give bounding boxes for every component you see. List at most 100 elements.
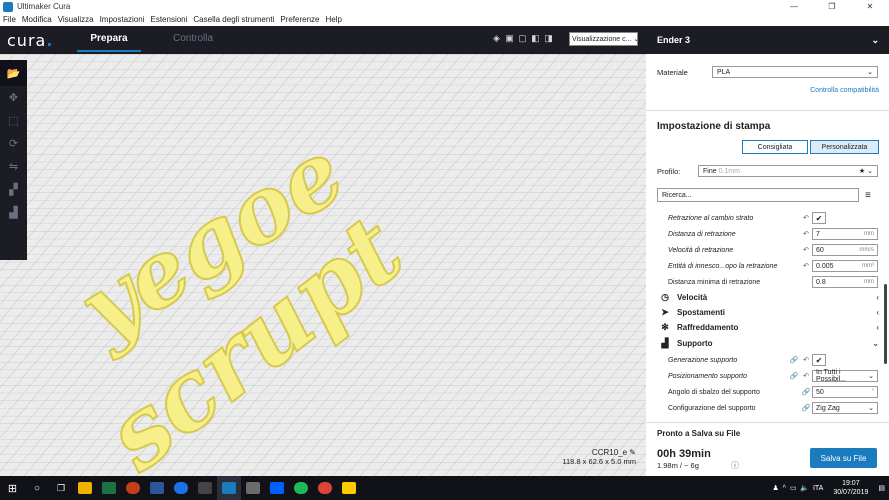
cura-app-icon: [3, 1, 13, 12]
window-titlebar: Ultimaker Cura — ❐ ✕: [0, 0, 889, 13]
menu-view[interactable]: Visualizza: [58, 15, 94, 24]
rotate-icon[interactable]: ⟳: [0, 132, 27, 155]
search-settings-input[interactable]: Ricerca...: [657, 188, 859, 202]
divider: [646, 110, 889, 111]
category-speed[interactable]: ◷ Velocità ‹: [657, 290, 879, 305]
close-button[interactable]: ✕: [851, 0, 889, 13]
windows-taskbar: ⊞ ○ ❐ ♟ ^ ▭ 🔈 ITA 19:07 30/07/2019 ▤: [0, 476, 889, 500]
window-controls: — ❐ ✕: [775, 0, 889, 13]
setting-retraction-speed: Velocità di retrazione ↶ 60 mm/s: [668, 243, 878, 257]
tab-recommended[interactable]: Consigliata: [742, 140, 808, 154]
fusion-icon[interactable]: [337, 476, 361, 500]
material-select[interactable]: PLA ⌄: [712, 66, 878, 78]
save-to-file-button[interactable]: Salva su File: [810, 448, 877, 468]
maximize-button[interactable]: ❐: [813, 0, 851, 13]
printer-selector[interactable]: Ender 3 ⌄: [646, 26, 889, 54]
view-type-select[interactable]: Visualizzazione c... ⌄: [569, 32, 638, 46]
open-file-icon[interactable]: 📂: [0, 60, 27, 86]
category-travel[interactable]: ➤ Spostamenti ‹: [657, 305, 879, 320]
category-cooling[interactable]: ✻ Raffreddamento ‹: [657, 320, 879, 335]
scale-icon[interactable]: ⬚: [0, 109, 27, 132]
retraction-prime-field[interactable]: 0.005 mm³: [812, 260, 878, 272]
retract-layer-change-checkbox[interactable]: ✔: [812, 212, 826, 224]
explorer-icon[interactable]: [73, 476, 97, 500]
menu-settings[interactable]: Impostazioni: [100, 15, 145, 24]
notifications-icon[interactable]: ▤: [878, 484, 885, 492]
reset-icon[interactable]: ↶: [800, 246, 812, 254]
left-view-icon[interactable]: ◧: [529, 33, 542, 46]
profile-select[interactable]: Fine 0.1mm ★ ⌄: [698, 165, 878, 177]
network-icon[interactable]: ▭: [790, 484, 797, 492]
menu-edit[interactable]: Modifica: [22, 15, 52, 24]
right-view-icon[interactable]: ◨: [542, 33, 555, 46]
front-view-icon[interactable]: ▣: [503, 33, 516, 46]
reset-icon[interactable]: ↶: [800, 214, 812, 222]
info-icon[interactable]: ⓘ: [731, 460, 739, 471]
build-plate-viewport[interactable]: yegoe scrupt 📂 ✥ ⬚ ⟳ ⇋ ▞ ▟ CCR10_e ✎ 118…: [0, 54, 646, 476]
tab-custom[interactable]: Personalizzata: [810, 140, 879, 154]
chrome-icon[interactable]: [313, 476, 337, 500]
per-model-settings-icon[interactable]: ▞: [0, 178, 27, 201]
object-name: CCR10_e: [591, 448, 628, 457]
top-view-icon[interactable]: ▢: [516, 33, 529, 46]
menu-file[interactable]: File: [3, 15, 16, 24]
task-view-icon[interactable]: ❐: [49, 476, 73, 500]
object-dimensions: 118.8 x 62.6 x 5.0 mm: [562, 457, 636, 466]
cube-3d-icon[interactable]: ◈: [490, 33, 503, 46]
tab-prepare[interactable]: Prepara: [77, 26, 141, 54]
speed-icon: ◷: [661, 292, 669, 302]
menu-help[interactable]: Help: [325, 15, 341, 24]
support-angle-field[interactable]: 50 °: [812, 386, 878, 398]
store-icon[interactable]: [193, 476, 217, 500]
reset-icon[interactable]: ↶: [800, 372, 812, 380]
reset-icon[interactable]: ↶: [800, 262, 812, 270]
tray-arrow-icon[interactable]: ^: [783, 485, 786, 492]
settings-scrollbar[interactable]: [884, 284, 887, 364]
cooling-icon: ✻: [661, 322, 669, 332]
settings-menu-icon[interactable]: ≡: [865, 190, 871, 201]
spotify-icon[interactable]: [289, 476, 313, 500]
category-support[interactable]: ▟ Supporto ⌄: [657, 336, 879, 351]
menu-extensions[interactable]: Estensioni: [150, 15, 187, 24]
output-title: Pronto a Salva su File: [657, 429, 741, 438]
material-row: Materiale PLA ⌄: [657, 66, 879, 78]
support-placement-select[interactable]: In Tutti i Possibil... ⌄: [812, 369, 878, 383]
tab-monitor[interactable]: Controlla: [161, 26, 225, 54]
system-tray: ♟ ^ ▭ 🔈 ITA 19:07 30/07/2019 ▤: [772, 476, 885, 500]
edit-name-icon[interactable]: ✎: [629, 448, 636, 457]
support-pattern-select[interactable]: Zig Zag ⌄: [812, 402, 878, 414]
retraction-distance-field[interactable]: 7 mm: [812, 228, 878, 240]
setting-retraction-prime: Entità di innesco...opo la retrazione ↶ …: [668, 259, 878, 273]
excel-icon[interactable]: [97, 476, 121, 500]
mirror-icon[interactable]: ⇋: [0, 155, 27, 178]
person-icon[interactable]: ♟: [772, 484, 778, 492]
retraction-min-distance-field[interactable]: 0.8 mm: [812, 276, 878, 288]
menu-preferences[interactable]: Preferenze: [280, 15, 319, 24]
minimize-button[interactable]: —: [775, 0, 813, 13]
powerpoint-icon[interactable]: [121, 476, 145, 500]
reset-icon[interactable]: ↶: [800, 230, 812, 238]
support-blocker-icon[interactable]: ▟: [0, 201, 27, 224]
dropbox-icon[interactable]: [265, 476, 289, 500]
output-panel: Pronto a Salva su File 00h 39min 1.98m /…: [646, 422, 889, 476]
windows-start-icon[interactable]: ⊞: [0, 476, 25, 500]
camera-view-buttons: ◈ ▣ ▢ ◧ ◨: [490, 33, 555, 46]
retraction-speed-field[interactable]: 60 mm/s: [812, 244, 878, 256]
printer-app-icon[interactable]: [241, 476, 265, 500]
support-enable-checkbox[interactable]: ✔: [812, 354, 826, 366]
language-indicator[interactable]: ITA: [813, 485, 823, 492]
volume-icon[interactable]: 🔈: [800, 484, 809, 492]
cura-taskbar-icon[interactable]: [217, 476, 241, 500]
setting-retract-layer-change: Retrazione al cambio strato ↶ ✔: [668, 211, 878, 225]
edge-icon[interactable]: [169, 476, 193, 500]
search-icon[interactable]: ○: [25, 476, 49, 500]
word-icon[interactable]: [145, 476, 169, 500]
print-time: 00h 39min: [657, 448, 711, 460]
move-icon[interactable]: ✥: [0, 86, 27, 109]
clock[interactable]: 19:07 30/07/2019: [833, 479, 868, 497]
reset-icon[interactable]: ↶: [800, 356, 812, 364]
setting-support-pattern: Configurazione del supporto 🔗 Zig Zag ⌄: [668, 401, 878, 415]
menu-toolbox[interactable]: Casella degli strumenti: [193, 15, 274, 24]
object-info: CCR10_e ✎ 118.8 x 62.6 x 5.0 mm: [562, 448, 636, 466]
check-compatibility-link[interactable]: Controlla compatibilità: [810, 87, 879, 94]
